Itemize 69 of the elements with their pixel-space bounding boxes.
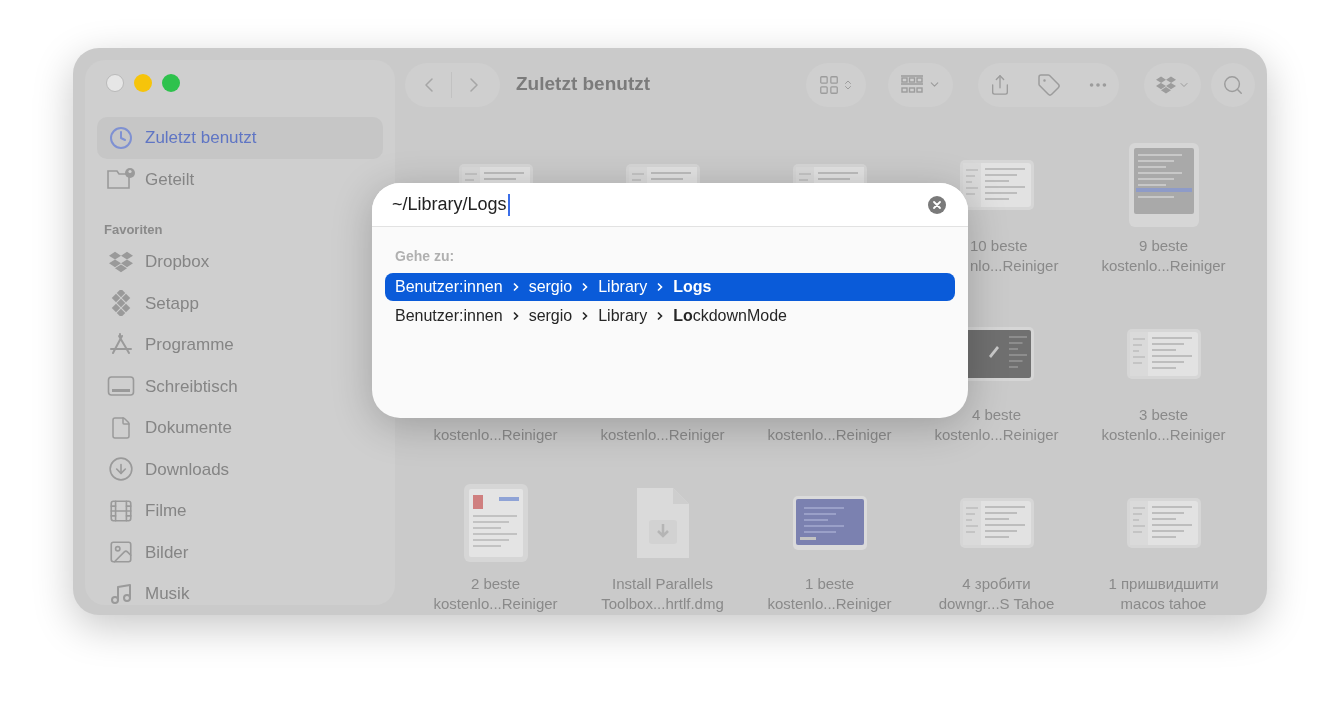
file-name: kostenlo...Reiniger	[433, 594, 558, 614]
view-button[interactable]	[806, 62, 866, 107]
music-icon	[109, 581, 133, 605]
window-title: Zuletzt benutzt	[516, 72, 651, 97]
file-name: downgr...S Tahoe	[938, 594, 1055, 614]
file-name: 1 beste	[804, 574, 855, 594]
tag-icon[interactable]	[1036, 72, 1061, 97]
download-icon	[108, 456, 134, 483]
chevron-icon	[656, 282, 665, 292]
desktop-icon	[107, 375, 135, 398]
sidebar-item[interactable]: Setapp	[97, 282, 383, 324]
file-name: kostenlo...Reiniger	[767, 594, 892, 614]
sidebar-item[interactable]: Filme	[97, 490, 383, 532]
close-button[interactable]	[106, 74, 124, 92]
chevron-icon	[581, 311, 590, 321]
sidebar-item[interactable]: Musik	[97, 573, 383, 605]
dropbox-icon	[109, 249, 133, 274]
sidebar-item[interactable]: Programme	[97, 324, 383, 366]
file-name: Toolbox...hrtlf.dmg	[601, 594, 724, 614]
sidebar-item[interactable]: Downloads	[97, 448, 383, 490]
search-icon	[1222, 73, 1244, 96]
file-name: 3 beste	[1138, 405, 1189, 425]
chevron-icon	[656, 311, 665, 321]
file-name: kostenlo...Reiniger	[767, 425, 892, 445]
apps-icon	[108, 332, 134, 357]
sidebar-item[interactable]: Dokumente	[97, 407, 383, 449]
file-name: kostenlo...Reiniger	[433, 425, 558, 445]
dropbox-icon	[1155, 74, 1176, 95]
file-name: 4 зробити	[962, 574, 1031, 594]
file-name: kostenlo...Reiniger	[934, 425, 1059, 445]
file-name: kostenlo...Reiniger	[1101, 256, 1226, 276]
file-name: kostenlo...Reiniger	[1101, 425, 1226, 445]
document-icon	[109, 415, 133, 440]
navigation-buttons[interactable]	[405, 62, 500, 107]
group-icon	[900, 73, 924, 96]
sidebar-item[interactable]: Schreibtisch	[97, 365, 383, 407]
chevron-icon	[511, 311, 520, 321]
sidebar-item[interactable]: Dropbox	[97, 241, 383, 283]
zoom-button[interactable]	[162, 74, 180, 92]
file-name: 1 пришвидшити	[1108, 574, 1219, 594]
sidebar-item[interactable]: Zuletzt benutzt	[97, 117, 383, 159]
document-icon	[634, 486, 691, 560]
diamonds-icon	[109, 290, 133, 317]
path-field[interactable]: ~/Library/Logs	[372, 183, 968, 227]
image-icon	[108, 539, 134, 566]
file-name: 2 beste	[470, 574, 521, 594]
file-name: 9 beste	[1138, 236, 1189, 256]
section-label: Gehe zu:	[395, 247, 456, 266]
file-name: 4 beste	[971, 405, 1022, 425]
file-name: 10 beste	[970, 236, 1028, 256]
file-name: kostenlo...Reiniger	[600, 425, 725, 445]
actions-toolbar[interactable]	[978, 62, 1119, 107]
grid-icon	[818, 73, 840, 96]
path-suggestion[interactable]: Benutzer:innen sergio Library LockdownMode	[385, 302, 955, 330]
clock-icon	[109, 125, 133, 150]
chevron-icon	[581, 282, 590, 292]
file-name: nlo...Reiniger	[970, 256, 1059, 276]
file-name: Install Parallels	[612, 574, 713, 594]
sidebar-item[interactable]: Bilder	[97, 531, 383, 573]
path-suggestion[interactable]: Benutzer:innen sergio Library Logs	[385, 273, 955, 301]
dropbox-button[interactable]	[1144, 62, 1201, 107]
file-name: macos tahoe	[1120, 594, 1207, 614]
group-button[interactable]	[888, 62, 953, 107]
shared-folder-icon	[106, 167, 136, 192]
minimize-button[interactable]	[134, 74, 152, 92]
clear-icon[interactable]	[928, 195, 946, 214]
section-header: Favoriten	[103, 222, 164, 238]
film-icon	[108, 497, 134, 524]
chevron-icon	[511, 282, 520, 292]
